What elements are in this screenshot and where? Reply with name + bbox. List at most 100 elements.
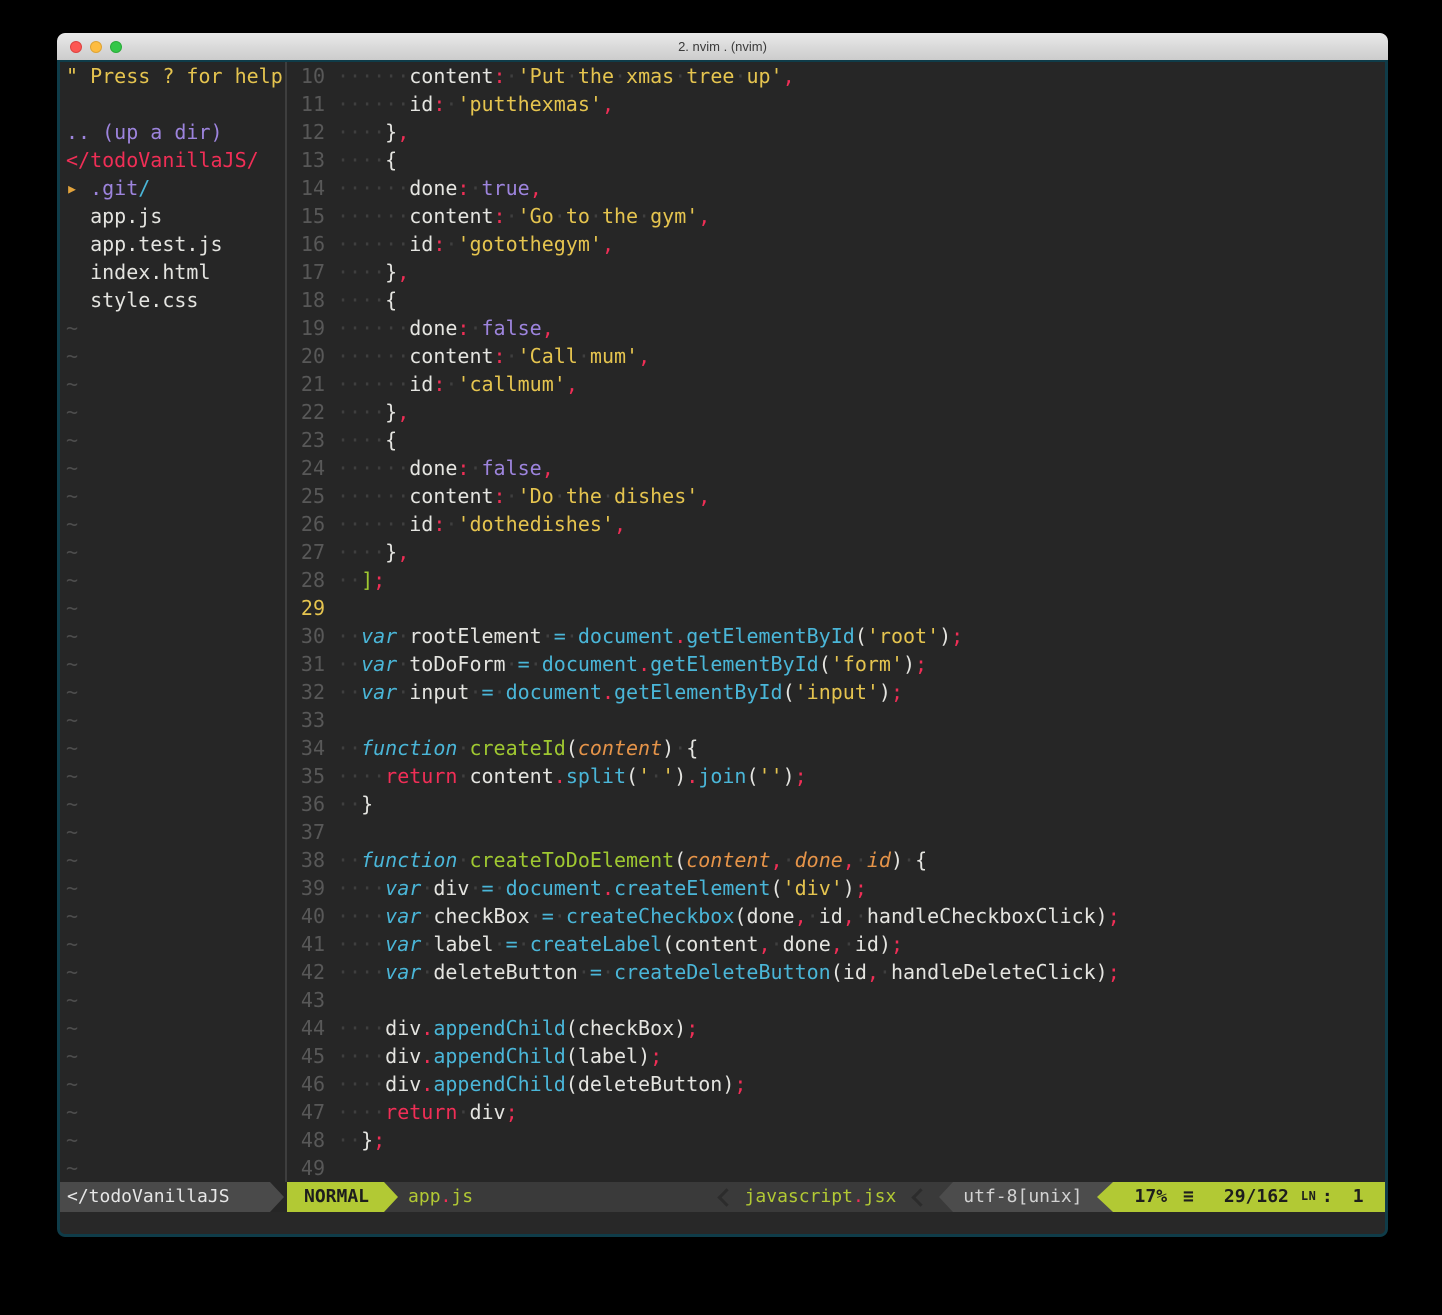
token: js (451, 1186, 473, 1207)
empty-line-tilde: ~ (60, 902, 285, 930)
code-line[interactable]: 14······done:·true, (287, 174, 1385, 202)
token: ' (662, 764, 674, 788)
sidebar-item[interactable]: " Press ? for help (60, 62, 285, 90)
sidebar-item[interactable]: .. (up a dir) (60, 118, 285, 146)
token: tree (686, 64, 734, 88)
token: ···· (337, 1016, 385, 1040)
token: createId (469, 736, 565, 760)
sidebar-item[interactable]: ▸ .git/ (60, 174, 285, 202)
empty-line-tilde: ~ (60, 510, 285, 538)
empty-line-tilde: ~ (60, 1042, 285, 1070)
sidebar-item[interactable]: app.js (60, 202, 285, 230)
code-line[interactable]: 34··function·createId(content)·{ (287, 734, 1385, 762)
token: ( (662, 932, 674, 956)
code-line[interactable]: 48··}; (287, 1126, 1385, 1154)
token: ; (506, 1100, 518, 1124)
code-line[interactable]: 27····}, (287, 538, 1385, 566)
code-line[interactable]: 37 (287, 818, 1385, 846)
close-button[interactable] (70, 41, 82, 53)
sidebar-item[interactable]: style.css (60, 286, 285, 314)
code-line[interactable]: 20······content:·'Call·mum', (287, 342, 1385, 370)
sidebar-item[interactable] (60, 90, 285, 118)
code-line[interactable]: 30··var·rootElement·=·document.getElemen… (287, 622, 1385, 650)
line-number: 34 (287, 734, 337, 762)
code-line[interactable]: 21······id:·'callmum', (287, 370, 1385, 398)
token: · (506, 652, 518, 676)
token: : (457, 456, 469, 480)
code-line[interactable]: 19······done:·false, (287, 314, 1385, 342)
code-line[interactable]: 44····div.appendChild(checkBox); (287, 1014, 1385, 1042)
code-line[interactable]: 39····var·div·=·document.createElement('… (287, 874, 1385, 902)
code-line[interactable]: 32··var·input·=·document.getElementById(… (287, 678, 1385, 706)
token: · (554, 904, 566, 928)
code-line[interactable]: 10······content:·'Put·the·xmas·tree·up', (287, 62, 1385, 90)
token: · (421, 876, 433, 900)
token: } (361, 1128, 373, 1152)
code-line[interactable]: 35····return·content.split('·').join('')… (287, 762, 1385, 790)
token: { (385, 148, 397, 172)
token: id (843, 960, 867, 984)
token: input (409, 680, 469, 704)
line-number: 29 (287, 594, 337, 622)
code-line[interactable]: 46····div.appendChild(deleteButton); (287, 1070, 1385, 1098)
code-line[interactable]: 29 (287, 594, 1385, 622)
code-line[interactable]: 15······content:·'Go·to·the·gym', (287, 202, 1385, 230)
token: : (494, 484, 506, 508)
window-titlebar[interactable]: 2. nvim . (nvim) (57, 33, 1388, 60)
code-line[interactable]: 43 (287, 986, 1385, 1014)
code-line[interactable]: 18····{ (287, 286, 1385, 314)
token: ·· (337, 652, 361, 676)
code-line[interactable]: 11······id:·'putthexmas', (287, 90, 1385, 118)
token: 'div' (783, 876, 843, 900)
code-line[interactable]: 22····}, (287, 398, 1385, 426)
token: getElementById (686, 624, 855, 648)
code-line[interactable]: 26······id:·'dothedishes', (287, 510, 1385, 538)
token: · (879, 960, 891, 984)
code-line[interactable]: 36··} (287, 790, 1385, 818)
code-line[interactable]: 47····return·div; (287, 1098, 1385, 1126)
token: ···· (337, 260, 385, 284)
code-line[interactable]: 23····{ (287, 426, 1385, 454)
code-line[interactable]: 40····var·checkBox·=·createCheckbox(done… (287, 902, 1385, 930)
code-line[interactable]: 42····var·deleteButton·=·createDeleteBut… (287, 958, 1385, 986)
token: var (361, 652, 397, 676)
minimize-button[interactable] (90, 41, 102, 53)
token: = (542, 904, 554, 928)
line-number: 46 (287, 1070, 337, 1098)
code-line[interactable]: 28··]; (287, 566, 1385, 594)
token: · (506, 344, 518, 368)
code-editor[interactable]: 10······content:·'Put·the·xmas·tree·up',… (287, 62, 1385, 1182)
code-line[interactable]: 41····var·label·=·createLabel(content,·d… (287, 930, 1385, 958)
code-line[interactable]: 38··function·createToDoElement(content,·… (287, 846, 1385, 874)
token: document (506, 876, 602, 900)
token: ( (734, 904, 746, 928)
token: div (385, 1072, 421, 1096)
code-line[interactable]: 33 (287, 706, 1385, 734)
code-line[interactable]: 12····}, (287, 118, 1385, 146)
token: ; (373, 1128, 385, 1152)
token: document (578, 624, 674, 648)
code-line[interactable]: 17····}, (287, 258, 1385, 286)
token: · (783, 848, 795, 872)
token: · (494, 680, 506, 704)
code-line[interactable]: 16······id:·'gotothegym', (287, 230, 1385, 258)
zoom-button[interactable] (110, 41, 122, 53)
sidebar-item[interactable]: index.html (60, 258, 285, 286)
code-line[interactable]: 31··var·toDoForm·=·document.getElementBy… (287, 650, 1385, 678)
token: ; (373, 568, 385, 592)
token: ···· (337, 960, 385, 984)
sidebar-item[interactable]: </todoVanillaJS/ (60, 146, 285, 174)
code-line[interactable]: 45····div.appendChild(label); (287, 1042, 1385, 1070)
code-line[interactable]: 25······content:·'Do·the·dishes', (287, 482, 1385, 510)
token: ···· (337, 1100, 385, 1124)
token: · (530, 904, 542, 928)
code-line[interactable]: 49 (287, 1154, 1385, 1182)
code-line[interactable]: 13····{ (287, 146, 1385, 174)
token: document (542, 652, 638, 676)
token: , (602, 232, 614, 256)
token: · (807, 904, 819, 928)
token: 'gotothegym' (457, 232, 602, 256)
code-line[interactable]: 24······done:·false, (287, 454, 1385, 482)
token: " Press ? for help (66, 64, 283, 88)
sidebar-item[interactable]: app.test.js (60, 230, 285, 258)
